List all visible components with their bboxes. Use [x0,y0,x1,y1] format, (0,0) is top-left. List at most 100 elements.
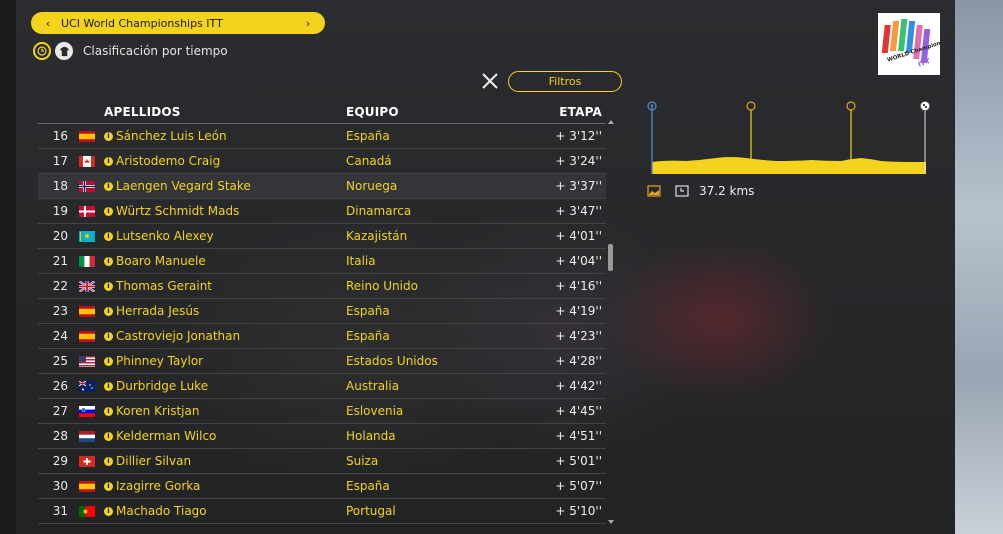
team-name[interactable]: Dinamarca [346,204,411,218]
header-name[interactable]: APELLIDOS [104,105,181,119]
team-name[interactable]: España [346,479,390,493]
time-gap: + 4'16'' [555,279,602,293]
table-header: APELLIDOS EQUIPO ETAPA [38,100,606,124]
info-icon[interactable]: i [104,181,113,191]
rider-name[interactable]: Dillier Silvan [116,454,191,468]
team-name[interactable]: Portugal [346,504,396,518]
info-icon[interactable]: i [104,281,113,291]
header-stage[interactable]: ETAPA [559,105,602,119]
info-icon[interactable]: i [104,406,113,416]
position: 18 [52,179,68,193]
table-row[interactable]: 22 i Thomas Geraint Reino Unido + 4'16'' [38,274,606,299]
rider-name[interactable]: Aristodemo Craig [116,154,220,168]
table-row[interactable]: 17 i Aristodemo Craig Canadá + 3'24'' [38,149,606,174]
info-icon[interactable]: i [104,356,113,366]
position: 25 [52,354,68,368]
rider-name[interactable]: Izagirre Gorka [116,479,200,493]
team-name[interactable]: Reino Unido [346,279,418,293]
info-icon[interactable]: i [104,431,113,441]
rider-name[interactable]: Thomas Geraint [116,279,212,293]
rider-name[interactable]: Machado Tiago [116,504,207,518]
team-name[interactable]: Noruega [346,179,397,193]
rider-name[interactable]: Sánchez Luis León [116,129,227,143]
position: 22 [52,279,68,293]
time-gap: + 3'12'' [555,129,602,143]
time-gap: + 4'23'' [555,329,602,343]
table-row[interactable]: 31 i Machado Tiago Portugal + 5'10'' [38,499,606,524]
team-name[interactable]: España [346,329,390,343]
rider-name[interactable]: Kelderman Wilco [116,429,216,443]
rider-name[interactable]: Castroviejo Jonathan [116,329,240,343]
finish-flag-icon [920,101,930,111]
table-row[interactable]: 21 i Boaro Manuele Italia + 4'04'' [38,249,606,274]
stopwatch-icon[interactable] [675,185,689,197]
time-gap: + 4'42'' [555,379,602,393]
clock-icon[interactable] [33,42,51,60]
info-icon[interactable]: i [104,306,113,316]
table-row[interactable]: 18 i Laengen Vegard Stake Noruega + 3'37'' [38,174,606,199]
team-name[interactable]: Estados Unidos [346,354,438,368]
team-name[interactable]: España [346,129,390,143]
info-icon[interactable]: i [104,256,113,266]
close-icon[interactable] [480,71,500,91]
rider-name[interactable]: Würtz Schmidt Mads [116,204,239,218]
table-row[interactable]: 19 i Würtz Schmidt Mads Dinamarca + 3'47'' [38,199,606,224]
rider-name[interactable]: Boaro Manuele [116,254,206,268]
next-race-icon[interactable]: › [301,17,315,30]
flag-au-icon [79,380,95,392]
info-icon[interactable]: i [104,131,113,141]
table-row[interactable]: 27 i Koren Kristjan Eslovenia + 4'45'' [38,399,606,424]
info-icon[interactable]: i [104,506,113,516]
table-row[interactable]: 25 i Phinney Taylor Estados Unidos + 4'28'' [38,349,606,374]
scroll-thumb[interactable] [608,244,613,271]
info-icon[interactable]: i [104,231,113,241]
team-name[interactable]: Eslovenia [346,404,403,418]
info-icon[interactable]: i [104,381,113,391]
time-gap: + 3'24'' [555,154,602,168]
table-row[interactable]: 24 i Castroviejo Jonathan España + 4'23'' [38,324,606,349]
rider-name[interactable]: Laengen Vegard Stake [116,179,251,193]
team-name[interactable]: Kazajistán [346,229,407,243]
time-gap: + 4'04'' [555,254,602,268]
table-row[interactable]: 29 i Dillier Silvan Suiza + 5'01'' [38,449,606,474]
scroll-up-icon[interactable] [608,120,614,124]
prev-race-icon[interactable]: ‹ [41,17,55,30]
table-row[interactable]: 26 i Durbridge Luke Australia + 4'42'' [38,374,606,399]
table-row[interactable]: 30 i Izagirre Gorka España + 5'07'' [38,474,606,499]
info-icon[interactable]: i [104,331,113,341]
team-name[interactable]: Italia [346,254,376,268]
scroll-down-icon[interactable] [608,520,614,524]
rider-name[interactable]: Lutsenko Alexey [116,229,214,243]
team-name[interactable]: Suiza [346,454,378,468]
rider-name[interactable]: Durbridge Luke [116,379,208,393]
filters-button[interactable]: Filtros [508,71,622,92]
profile-view-icon[interactable] [647,185,661,197]
position: 30 [52,479,68,493]
position: 24 [52,329,68,343]
team-name[interactable]: Australia [346,379,399,393]
race-selector[interactable]: ‹ UCI World Championships ITT › [31,12,325,34]
rider-name[interactable]: Koren Kristjan [116,404,199,418]
table-row[interactable]: 23 i Herrada Jesús España + 4'19'' [38,299,606,324]
position: 17 [52,154,68,168]
race-title: UCI World Championships ITT [61,16,223,30]
flag-no-icon [79,180,95,192]
position: 31 [52,504,68,518]
rider-name[interactable]: Herrada Jesús [116,304,199,318]
info-icon[interactable]: i [104,156,113,166]
info-icon[interactable]: i [104,206,113,216]
info-icon[interactable]: i [104,456,113,466]
info-icon[interactable]: i [104,481,113,491]
team-name[interactable]: España [346,304,390,318]
header-team[interactable]: EQUIPO [346,105,399,119]
scrollbar[interactable] [608,120,614,524]
team-name[interactable]: Holanda [346,429,396,443]
rider-name[interactable]: Phinney Taylor [116,354,203,368]
table-row[interactable]: 20 i Lutsenko Alexey Kazajistán + 4'01'' [38,224,606,249]
team-name[interactable]: Canadá [346,154,392,168]
jersey-icon[interactable] [55,42,73,60]
time-gap: + 4'19'' [555,304,602,318]
position: 21 [52,254,68,268]
table-row[interactable]: 16 i Sánchez Luis León España + 3'12'' [38,124,606,149]
table-row[interactable]: 28 i Kelderman Wilco Holanda + 4'51'' [38,424,606,449]
